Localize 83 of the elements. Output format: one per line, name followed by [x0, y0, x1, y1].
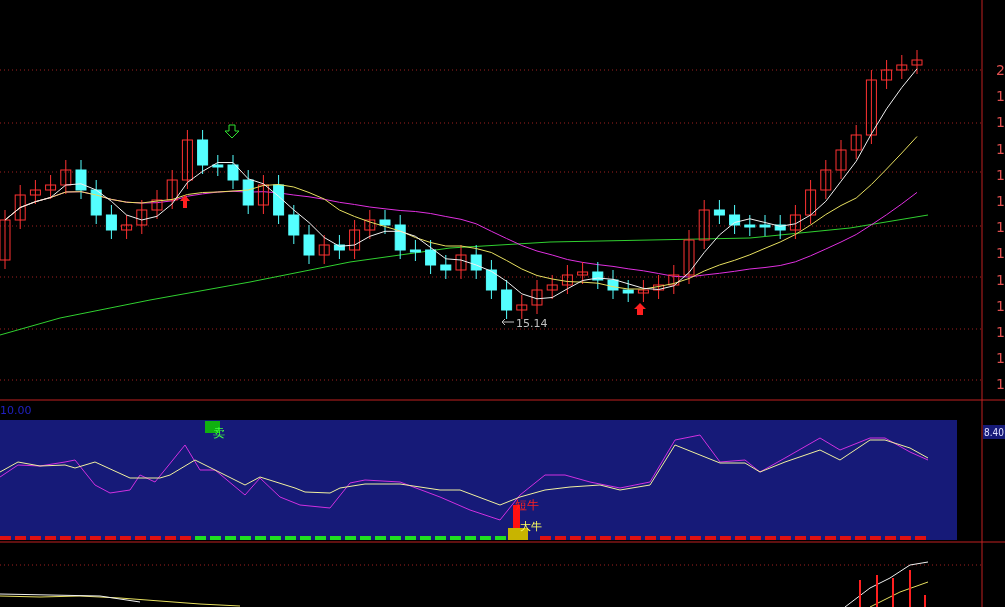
volume-bars-drawing	[859, 569, 926, 607]
candlestick	[318, 234, 330, 265]
candlestick	[850, 124, 862, 160]
candlestick	[45, 174, 57, 200]
signal-label: 短牛	[515, 498, 539, 512]
candlestick	[501, 279, 513, 320]
candlestick	[166, 169, 178, 210]
candlestick	[181, 129, 193, 190]
candlestick	[759, 214, 771, 237]
candlestick	[592, 261, 604, 290]
candlestick	[683, 229, 695, 285]
price-axis-label: 1	[996, 350, 1005, 367]
up-arrow-icon	[634, 303, 646, 315]
candlestick	[136, 199, 148, 235]
candlestick	[409, 239, 421, 262]
price-axis-label: 1	[996, 324, 1005, 340]
price-axis-label: 1	[996, 245, 1005, 262]
candlestick	[440, 254, 452, 280]
candlestick	[911, 49, 923, 75]
candlestick	[713, 199, 725, 225]
candlestick	[531, 279, 543, 315]
candlestick	[273, 174, 285, 225]
candlestick	[698, 199, 710, 250]
candlestick	[835, 139, 847, 180]
candlestick	[425, 239, 437, 275]
candlestick	[896, 54, 908, 80]
price-axis-label: 1	[996, 376, 1005, 393]
candlestick	[227, 154, 239, 190]
candlestick	[14, 184, 26, 230]
scale-value: 10.00	[0, 404, 32, 417]
candlestick	[546, 274, 558, 300]
candlestick	[637, 279, 649, 303]
candlestick	[729, 204, 741, 235]
candlestick	[607, 269, 619, 300]
price-axis-label: 1	[996, 193, 1005, 209]
candlestick	[805, 179, 817, 225]
candlestick	[333, 234, 345, 260]
candlestick	[212, 154, 224, 177]
signal-label: 卖	[213, 426, 225, 440]
candlestick	[121, 214, 133, 240]
candlestick	[622, 279, 634, 303]
candlestick	[653, 274, 665, 300]
candlestick	[364, 209, 376, 240]
price-axis-label: 1	[996, 219, 1005, 236]
candlestick	[288, 204, 300, 245]
candlestick	[789, 204, 801, 240]
candlestick	[455, 244, 467, 280]
candlestick	[577, 261, 589, 285]
candlestick	[60, 159, 72, 195]
candlestick	[29, 179, 41, 205]
candlestick	[881, 59, 893, 90]
candlestick	[561, 264, 573, 295]
candlestick	[75, 159, 87, 200]
candlestick	[668, 264, 680, 295]
candlestick	[151, 189, 163, 220]
price-axis-label: 1	[996, 140, 1005, 157]
price-axis-label: 1	[996, 88, 1005, 105]
candlestick	[744, 214, 756, 237]
candlestick	[257, 174, 269, 215]
candlestick	[516, 294, 528, 320]
candlestick	[470, 244, 482, 280]
price-axis-label: 2	[996, 62, 1005, 78]
candlestick	[197, 129, 209, 175]
price-axis-label: 1	[996, 271, 1005, 288]
candlestick	[105, 204, 117, 240]
candlestick	[303, 224, 315, 265]
price-axis-label: 1	[996, 297, 1005, 314]
candlestick	[774, 214, 786, 240]
candlestick	[242, 169, 254, 215]
low-price-label: 15.14	[516, 317, 548, 330]
candlestick	[90, 179, 102, 225]
arrow-icon	[501, 318, 515, 326]
candlestick	[485, 259, 497, 300]
candlestick	[349, 219, 361, 260]
candlestick	[379, 209, 391, 235]
candlestick	[394, 214, 406, 260]
candlestick	[0, 209, 11, 270]
price-axis-label: 1	[996, 114, 1005, 131]
candlestick	[820, 159, 832, 200]
down-arrow-icon	[224, 124, 240, 139]
current-value-label: 8.40	[984, 427, 1005, 438]
up-arrow-icon	[180, 195, 190, 208]
price-axis-label: 1	[996, 166, 1005, 183]
